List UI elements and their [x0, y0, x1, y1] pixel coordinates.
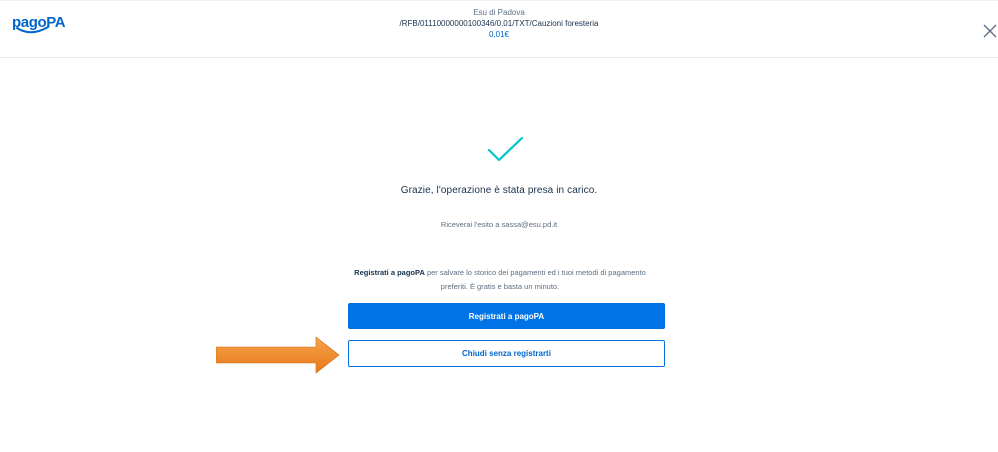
result-notice: Riceverai l'esito a sassa@esu.pd.it	[440, 220, 558, 229]
register-promo: Registrati a pagoPA per salvare lo stori…	[340, 266, 660, 294]
register-button[interactable]: Registrati a pagoPA	[348, 303, 665, 329]
payment-summary: Esu di Padova /RFB/01110000000100346/0.0…	[300, 7, 698, 41]
payment-amount: 0,01€	[488, 30, 510, 39]
top-divider	[0, 0, 998, 1]
logo-arc-icon	[16, 26, 49, 34]
promo-bold: Registrati a pagoPA	[354, 268, 425, 277]
checkmark-icon	[487, 136, 524, 162]
pagopa-logo: pagoPA	[12, 14, 66, 40]
promo-text: per salvare lo storico dei pagamenti ed …	[424, 268, 646, 291]
result-title: Grazie, l'operazione è stata presa in ca…	[400, 185, 598, 196]
arrow-right-icon	[216, 336, 340, 374]
payment-recipient: Esu di Padova	[473, 8, 525, 17]
close-without-register-button[interactable]: Chiudi senza registrarti	[348, 340, 665, 367]
payment-reference: /RFB/01110000000100346/0.01/TXT/Cauzioni…	[399, 19, 599, 28]
header-bar: pagoPA Esu di Padova /RFB/01110000000100…	[0, 0, 998, 58]
close-icon[interactable]	[982, 23, 998, 39]
